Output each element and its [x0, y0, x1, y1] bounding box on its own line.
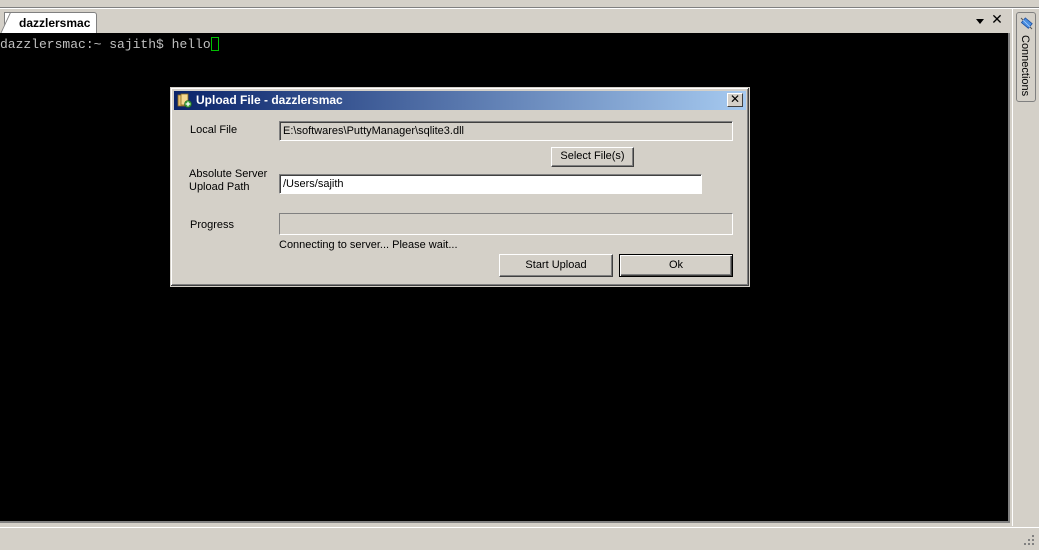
- server-upload-path-input[interactable]: [279, 174, 702, 194]
- connections-tab-label: Connections: [1019, 35, 1031, 97]
- side-panel: Connections: [1012, 9, 1039, 526]
- terminal-cursor: [210, 37, 219, 51]
- connections-tab[interactable]: Connections: [1016, 12, 1036, 102]
- tab-bar: dazzlersmac ✕: [0, 9, 1012, 33]
- tab-dazzlersmac[interactable]: dazzlersmac: [4, 12, 98, 33]
- server-path-label-line2: Upload Path: [189, 181, 250, 193]
- local-file-label: Local File: [190, 124, 238, 136]
- local-file-field[interactable]: E:\softwares\PuttyManager\sqlite3.dll: [279, 121, 733, 141]
- close-tab-icon[interactable]: ✕: [990, 11, 1004, 27]
- dialog-close-button[interactable]: ✕: [727, 93, 743, 107]
- ok-button[interactable]: Ok: [619, 254, 733, 277]
- upload-progress-bar: [279, 213, 733, 235]
- tab-label: dazzlersmac: [19, 16, 91, 30]
- putty-manager-window: dazzlersmac ✕ dazzlersmac:~ sajith$ hell…: [0, 0, 1039, 550]
- dialog-title-bar[interactable]: Upload File - dazzlersmac ✕: [174, 91, 746, 110]
- status-bar: [0, 527, 1039, 550]
- top-strip: [0, 0, 1039, 9]
- select-files-button[interactable]: Select File(s): [551, 147, 634, 167]
- upload-file-dialog: Upload File - dazzlersmac ✕ Local File E…: [170, 87, 750, 287]
- start-upload-button[interactable]: Start Upload: [499, 254, 613, 277]
- dialog-title: Upload File - dazzlersmac: [196, 93, 343, 107]
- tab-list-dropdown-icon[interactable]: [974, 15, 986, 27]
- upload-file-icon: [177, 93, 192, 108]
- progress-label: Progress: [190, 219, 235, 231]
- terminal-prompt: dazzlersmac:~ sajith$: [0, 37, 172, 52]
- resize-grip-icon[interactable]: [1023, 534, 1035, 546]
- connections-icon: [1020, 17, 1033, 30]
- status-text: Connecting to server... Please wait...: [279, 239, 458, 251]
- server-path-label-line1: Absolute Server: [189, 168, 268, 180]
- terminal-line: dazzlersmac:~ sajith$ hello: [0, 37, 219, 52]
- terminal-command: hello: [171, 37, 211, 52]
